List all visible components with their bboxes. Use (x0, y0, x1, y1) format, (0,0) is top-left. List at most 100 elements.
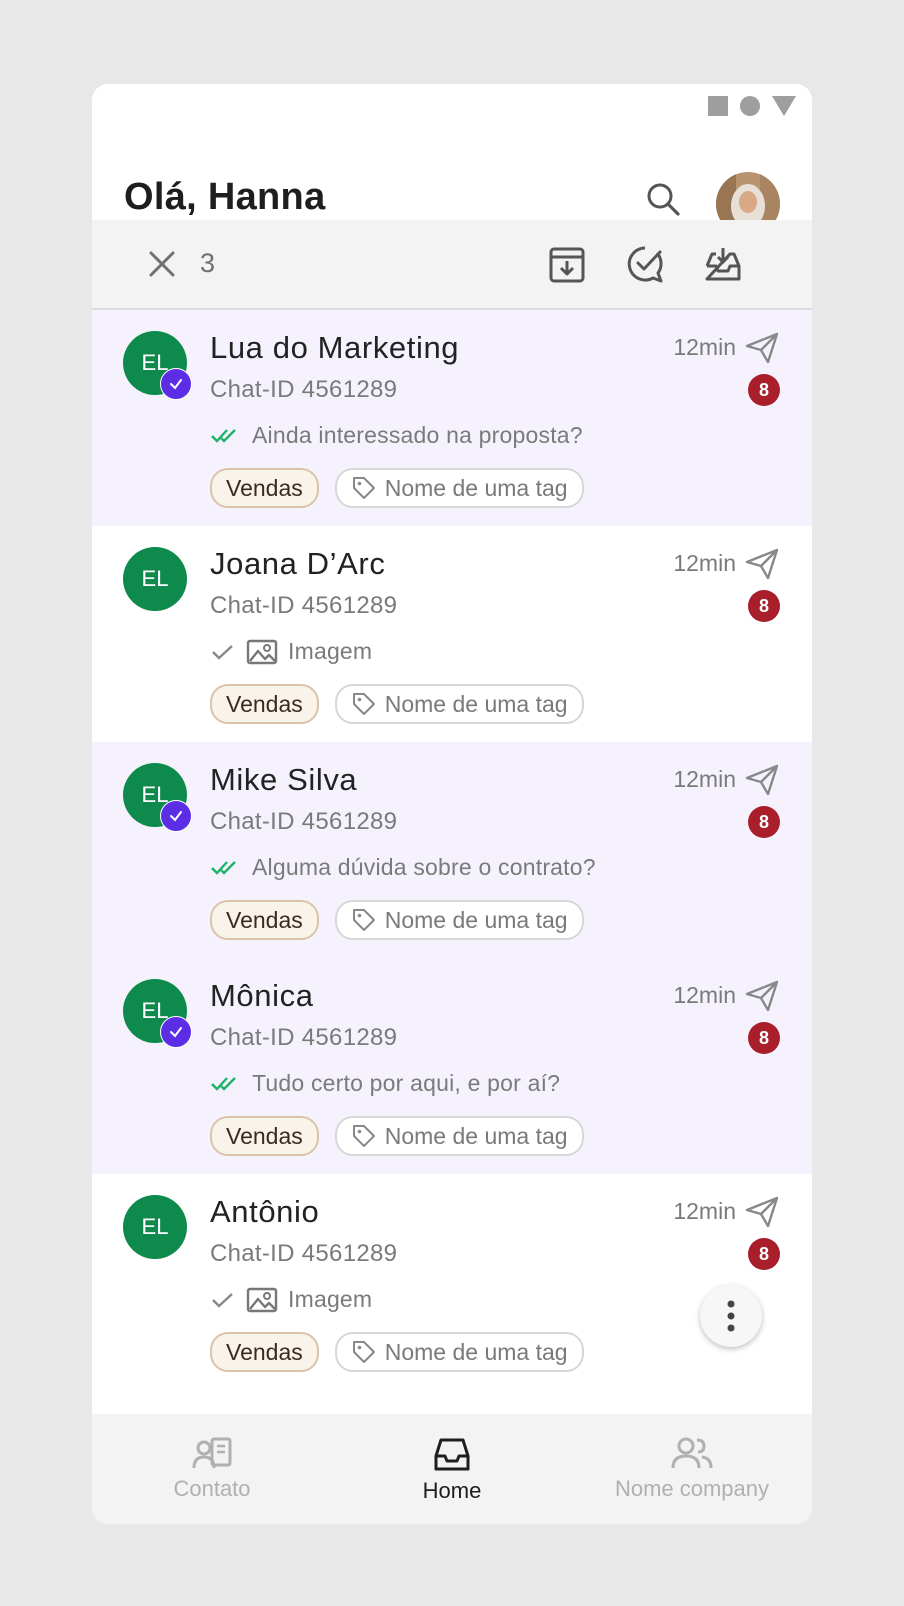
clear-selection-button[interactable] (144, 246, 180, 282)
message-preview: Tudo certo por aqui, e por aí? (210, 1070, 560, 1097)
archive-button[interactable] (546, 242, 588, 286)
conversation-item[interactable]: EL Antônio Chat-ID 4561289 12min 8 Image… (92, 1174, 812, 1390)
last-message-time: 12min (673, 550, 736, 576)
contact-name: Joana D’Arc (210, 546, 386, 581)
conversation-item[interactable]: EL Mônica Chat-ID 4561289 12min 8 Tudo c… (92, 958, 812, 1174)
tag-icon (352, 1341, 375, 1363)
more-vertical-icon (727, 1300, 735, 1332)
double-check-icon (211, 428, 236, 443)
status-bar (708, 96, 796, 116)
tag-icon (352, 909, 375, 931)
double-check-icon (211, 1076, 236, 1091)
image-icon (246, 639, 278, 664)
tag-primary[interactable]: Vendas (210, 468, 319, 508)
nav-contact[interactable]: Contato (92, 1414, 332, 1524)
tag-secondary-label: Nome de uma tag (384, 690, 568, 717)
check-icon (170, 1027, 182, 1038)
tag-list: Vendas Nome de uma tag (210, 1332, 584, 1372)
chat-id: Chat-ID 4561289 (210, 808, 398, 835)
send-icon[interactable] (744, 330, 780, 366)
chat-check-icon (627, 246, 663, 283)
conversation-item[interactable]: EL Mike Silva Chat-ID 4561289 12min 8 Al… (92, 742, 812, 958)
contact-name: Mike Silva (210, 762, 358, 797)
tag-primary[interactable]: Vendas (210, 684, 319, 724)
unread-count-badge: 8 (748, 1022, 780, 1054)
move-to-inbox-button[interactable] (702, 242, 744, 286)
tag-secondary-label: Nome de uma tag (384, 906, 568, 933)
back-triangle-icon (772, 96, 796, 116)
tag-secondary[interactable]: Nome de uma tag (334, 900, 584, 940)
image-icon (246, 1287, 278, 1312)
tag-secondary[interactable]: Nome de uma tag (334, 468, 584, 508)
contact-avatar: EL (123, 1195, 187, 1259)
selected-check-badge[interactable] (160, 1016, 192, 1048)
mark-resolved-button[interactable] (624, 242, 666, 286)
conversation-item[interactable]: EL Lua do Marketing Chat-ID 4561289 12mi… (92, 310, 812, 526)
contact-card-icon (192, 1437, 232, 1469)
tag-list: Vendas Nome de uma tag (210, 468, 584, 508)
preview-text: Tudo certo por aqui, e por aí? (252, 1070, 561, 1096)
inbox-download-icon (705, 248, 741, 281)
selected-check-badge[interactable] (160, 368, 192, 400)
conversation-list: EL Lua do Marketing Chat-ID 4561289 12mi… (92, 310, 812, 1390)
nav-contact-label: Contato (173, 1476, 251, 1501)
tag-secondary[interactable]: Nome de uma tag (334, 1332, 584, 1372)
last-message-time: 12min (673, 766, 736, 792)
send-icon[interactable] (744, 978, 780, 1014)
message-preview: Alguma dúvida sobre o contrato? (210, 854, 596, 881)
search-button[interactable] (640, 176, 686, 222)
chat-id: Chat-ID 4561289 (210, 376, 398, 403)
check-icon (170, 379, 182, 390)
more-options-button[interactable] (700, 1285, 762, 1347)
tag-icon (352, 693, 375, 715)
single-check-icon (212, 644, 233, 660)
single-check-icon (212, 1292, 233, 1308)
tag-secondary-label: Nome de uma tag (384, 474, 568, 501)
nav-company-label: Nome company (614, 1476, 770, 1501)
nav-home[interactable]: Home (332, 1414, 572, 1524)
archive-icon (549, 247, 585, 283)
chat-id: Chat-ID 4561289 (210, 1240, 398, 1267)
chat-id: Chat-ID 4561289 (210, 1024, 398, 1051)
tag-secondary-label: Nome de uma tag (384, 1338, 568, 1365)
tag-list: Vendas Nome de uma tag (210, 1116, 584, 1156)
check-icon (170, 811, 182, 822)
contact-name: Mônica (210, 978, 314, 1013)
recent-apps-icon (708, 96, 728, 116)
tag-icon (352, 1125, 375, 1147)
conversation-item[interactable]: EL Joana D’Arc Chat-ID 4561289 12min 8 I… (92, 526, 812, 742)
message-preview: Ainda interessado na proposta? (210, 422, 583, 449)
preview-text: Ainda interessado na proposta? (252, 422, 583, 448)
contact-name: Antônio (210, 1194, 320, 1229)
unread-count-badge: 8 (748, 374, 780, 406)
nav-company[interactable]: Nome company (572, 1414, 812, 1524)
close-icon (149, 251, 175, 277)
message-preview: Imagem (210, 1286, 372, 1313)
last-message-time: 12min (673, 334, 736, 360)
app-screen: Olá, Hanna 3 EL Lua do Marketing Chat-ID… (92, 84, 812, 1524)
unread-count-badge: 8 (748, 590, 780, 622)
preview-text: Alguma dúvida sobre o contrato? (252, 854, 596, 880)
tag-primary[interactable]: Vendas (210, 1116, 319, 1156)
tag-list: Vendas Nome de uma tag (210, 684, 584, 724)
bottom-nav: Contato Home Nome company (92, 1414, 812, 1524)
preview-text: Imagem (288, 1286, 373, 1312)
send-icon[interactable] (744, 546, 780, 582)
tag-secondary-label: Nome de uma tag (384, 1122, 568, 1149)
chat-id: Chat-ID 4561289 (210, 592, 398, 619)
nav-home-label: Home (422, 1478, 482, 1503)
unread-count-badge: 8 (748, 1238, 780, 1270)
send-icon[interactable] (744, 1194, 780, 1230)
selected-check-badge[interactable] (160, 800, 192, 832)
preview-text: Imagem (288, 638, 373, 664)
tag-secondary[interactable]: Nome de uma tag (334, 684, 584, 724)
tag-primary[interactable]: Vendas (210, 900, 319, 940)
double-check-icon (211, 860, 236, 875)
contact-avatar: EL (123, 547, 187, 611)
send-icon[interactable] (744, 762, 780, 798)
tag-secondary[interactable]: Nome de uma tag (334, 1116, 584, 1156)
tag-primary[interactable]: Vendas (210, 1332, 319, 1372)
greeting-title: Olá, Hanna (124, 176, 326, 218)
search-icon (647, 183, 680, 216)
tag-list: Vendas Nome de uma tag (210, 900, 584, 940)
